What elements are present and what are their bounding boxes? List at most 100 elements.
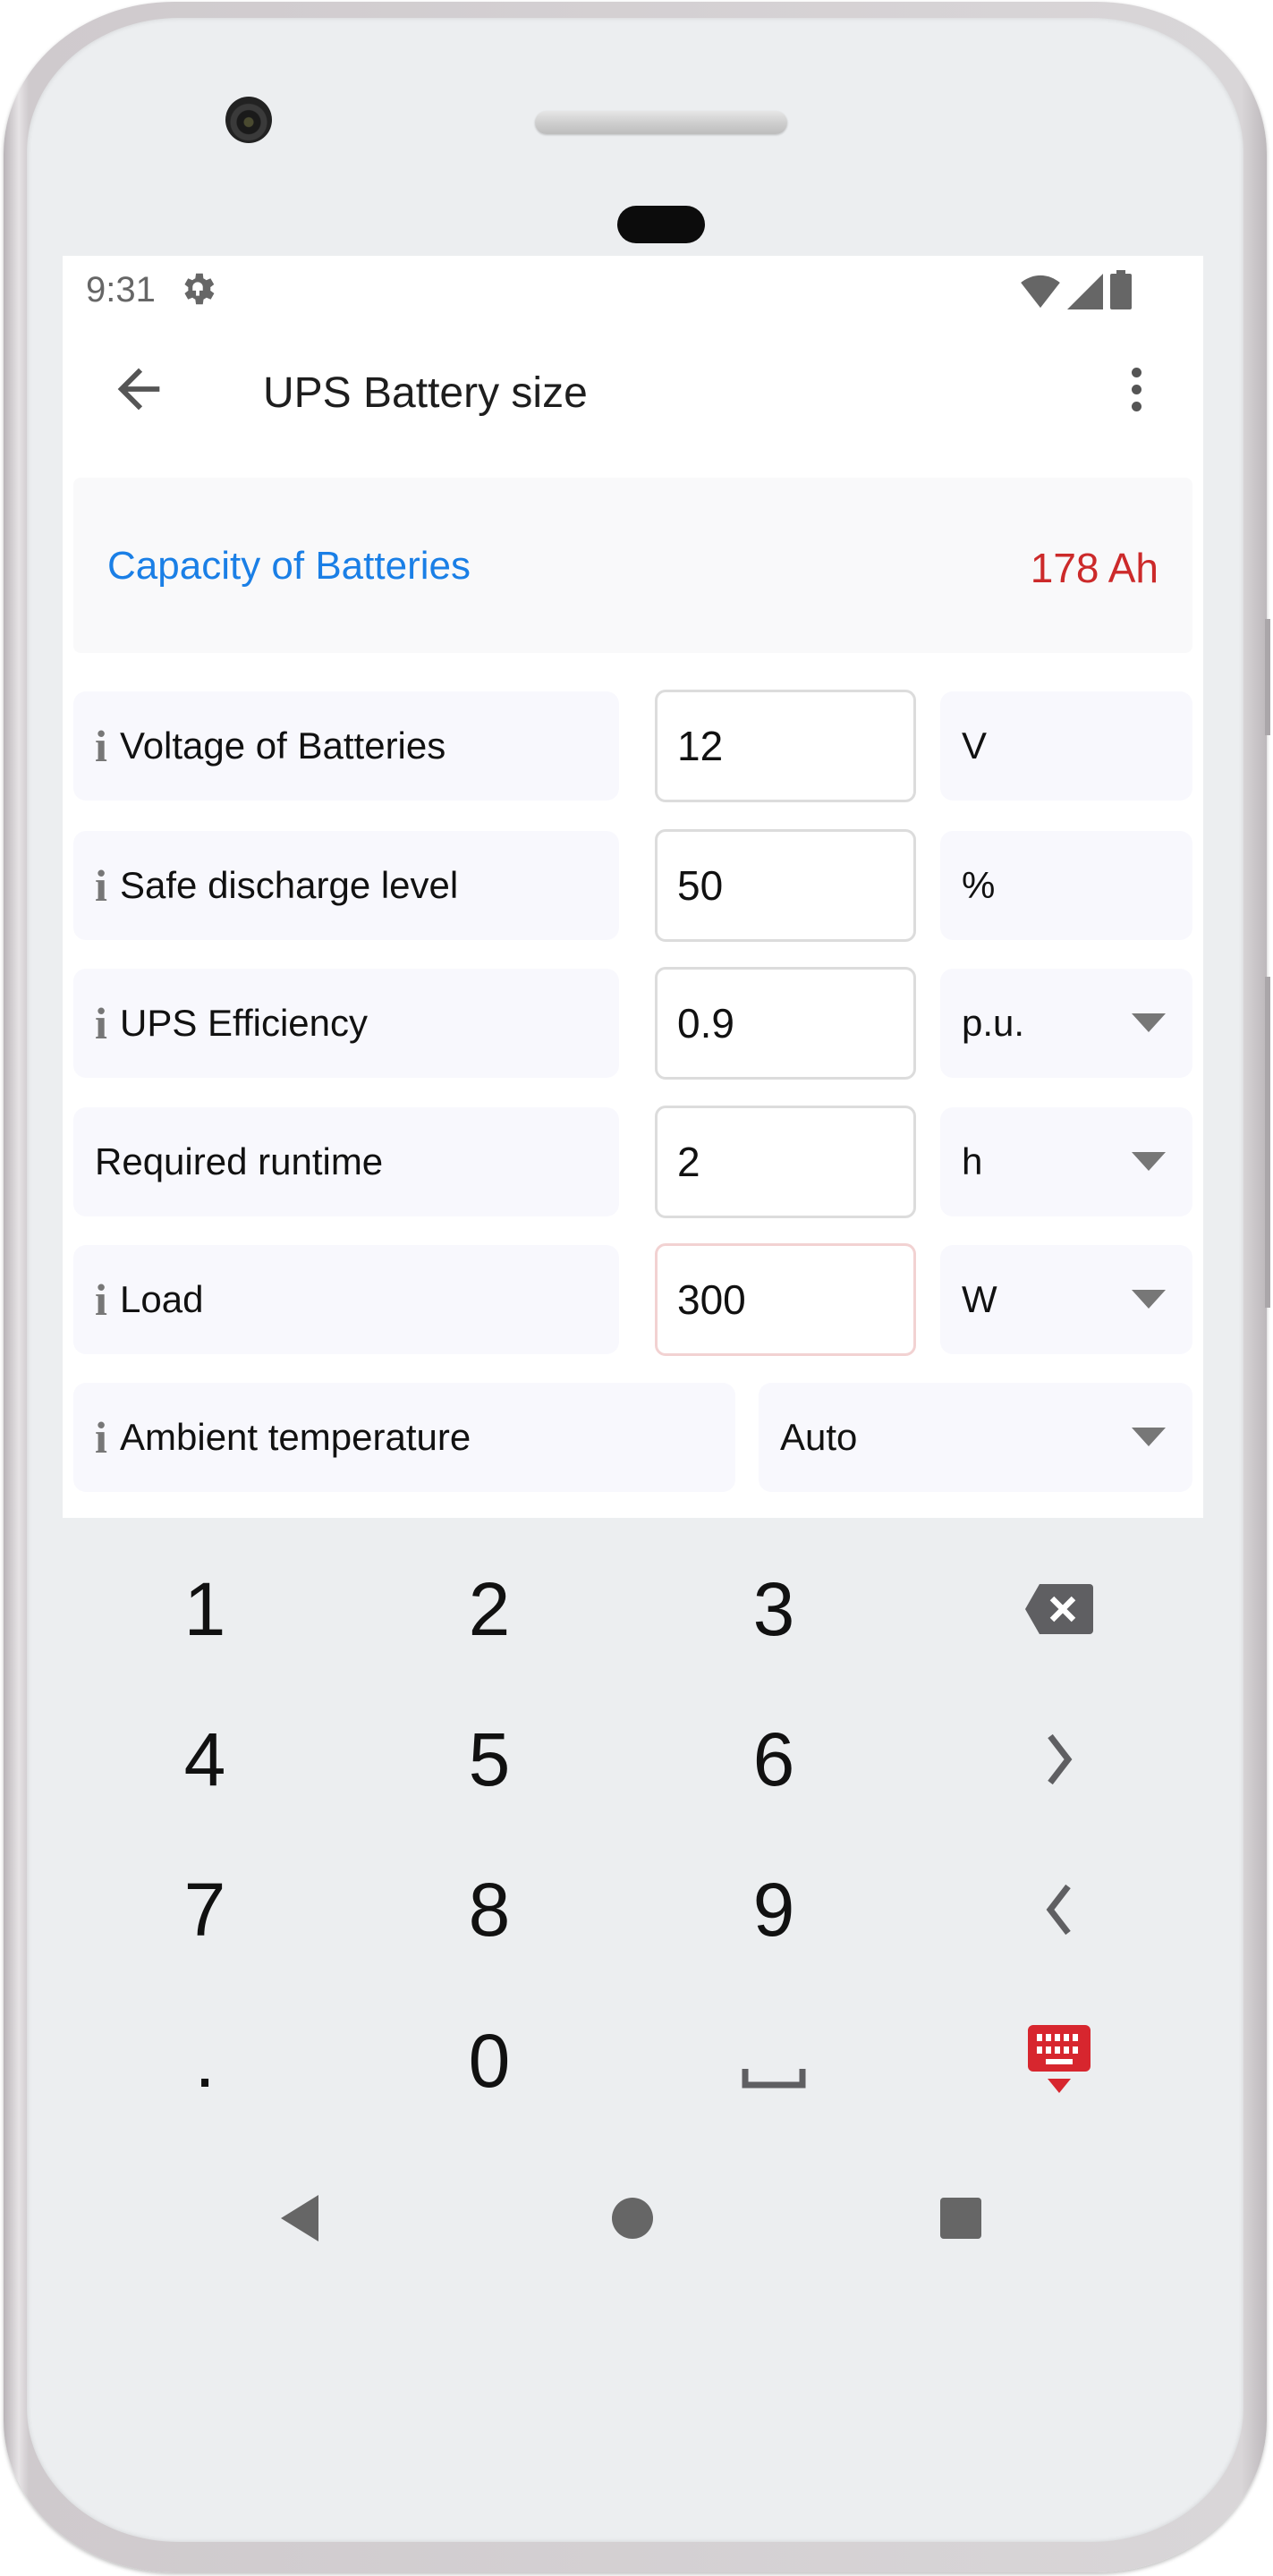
nav-recents-button[interactable] <box>925 2182 997 2254</box>
key-9[interactable]: 9 <box>640 1838 908 1981</box>
volume-button <box>1265 977 1270 1308</box>
key-label: 2 <box>468 1566 511 1651</box>
result-label: Capacity of Batteries <box>107 544 471 588</box>
key-label: 5 <box>468 1716 511 1801</box>
front-camera <box>225 97 272 143</box>
dropdown-selected: Auto <box>780 1416 858 1458</box>
unit-text: W <box>962 1278 997 1320</box>
efficiency-unit-dropdown[interactable]: p.u. <box>940 969 1192 1078</box>
unit-text: V <box>962 724 988 767</box>
info-icon[interactable]: i <box>95 860 113 911</box>
key-hide-keyboard[interactable] <box>925 1989 1193 2132</box>
field-label: Ambient temperature <box>120 1416 471 1458</box>
nav-back-triangle-icon <box>281 2195 318 2241</box>
field-row-efficiency: i UPS Efficiency p.u. <box>73 967 1192 1082</box>
earpiece-speaker <box>535 111 787 134</box>
key-label: 3 <box>752 1566 795 1651</box>
nav-home-circle-icon <box>612 2198 653 2239</box>
unit-text: p.u. <box>962 1002 1025 1044</box>
info-icon[interactable]: i <box>95 1274 113 1326</box>
field-row-load: i Load W <box>73 1243 1192 1359</box>
field-label-box: i Load <box>73 1245 619 1354</box>
chevron-left-icon <box>1046 1884 1071 1936</box>
key-cursor-right[interactable] <box>925 1688 1193 1831</box>
efficiency-input[interactable] <box>655 967 916 1080</box>
numeric-keyboard: 1 2 3 4 5 6 7 8 9 . 0 <box>63 1518 1203 2103</box>
backspace-icon <box>1025 1584 1093 1634</box>
key-0[interactable]: 0 <box>355 1989 624 2132</box>
status-time: 9:31 <box>86 270 156 309</box>
key-4[interactable]: 4 <box>71 1688 339 1831</box>
key-label: 8 <box>468 1867 511 1952</box>
more-options-icon[interactable] <box>1105 358 1167 420</box>
field-row-voltage: i Voltage of Batteries V <box>73 690 1192 805</box>
key-label: 4 <box>183 1716 226 1801</box>
cellular-signal-icon <box>1067 274 1103 309</box>
key-5[interactable]: 5 <box>355 1688 624 1831</box>
key-cursor-left[interactable] <box>925 1838 1193 1981</box>
unit-label: % <box>940 831 1192 940</box>
key-8[interactable]: 8 <box>355 1838 624 1981</box>
field-label-box: i Safe discharge level <box>73 831 619 940</box>
key-decimal-point[interactable]: . <box>71 1989 339 2132</box>
discharge-level-input[interactable] <box>655 829 916 942</box>
app-bar: UPS Battery size <box>63 322 1203 465</box>
field-label: Voltage of Batteries <box>120 724 446 767</box>
key-backspace[interactable] <box>925 1538 1193 1681</box>
key-7[interactable]: 7 <box>71 1838 339 1981</box>
field-label-box: Required runtime <box>73 1107 619 1216</box>
dropdown-caret-icon <box>1132 1290 1166 1309</box>
field-row-ambient: i Ambient temperature Auto <box>73 1381 1192 1496</box>
status-bar: 9:31 <box>63 256 1203 322</box>
field-label-box: i Ambient temperature <box>73 1383 735 1492</box>
key-label: 0 <box>468 2018 511 2103</box>
field-label: UPS Efficiency <box>120 1002 368 1044</box>
key-6[interactable]: 6 <box>640 1688 908 1831</box>
space-bar-icon <box>742 2069 806 2089</box>
key-space[interactable] <box>640 1989 908 2132</box>
field-label: Load <box>120 1278 204 1320</box>
load-unit-dropdown[interactable]: W <box>940 1245 1192 1354</box>
key-2[interactable]: 2 <box>355 1538 624 1681</box>
settings-gear-icon <box>184 273 215 305</box>
battery-icon <box>1110 270 1132 309</box>
key-label: 7 <box>183 1867 226 1952</box>
nav-home-button[interactable] <box>597 2182 668 2254</box>
keyboard-hide-icon <box>1028 2025 1091 2093</box>
ambient-temperature-dropdown[interactable]: Auto <box>759 1383 1192 1492</box>
proximity-sensor <box>617 206 705 243</box>
runtime-input[interactable] <box>655 1106 916 1218</box>
nav-back-button[interactable] <box>265 2182 336 2254</box>
field-label: Safe discharge level <box>120 864 459 906</box>
field-label-box: i Voltage of Batteries <box>73 691 619 801</box>
key-label: 6 <box>752 1716 795 1801</box>
field-label: Required runtime <box>95 1140 384 1182</box>
unit-text: h <box>962 1140 983 1182</box>
field-row-runtime: Required runtime h <box>73 1106 1192 1221</box>
field-row-discharge: i Safe discharge level % <box>73 829 1192 945</box>
back-arrow-icon[interactable] <box>107 358 170 420</box>
info-icon[interactable]: i <box>95 1411 113 1463</box>
info-icon[interactable]: i <box>95 720 113 772</box>
key-label: 9 <box>752 1867 795 1952</box>
result-value: 178 Ah <box>1030 545 1158 591</box>
field-label-box: i UPS Efficiency <box>73 969 619 1078</box>
info-icon[interactable]: i <box>95 997 113 1049</box>
key-1[interactable]: 1 <box>71 1538 339 1681</box>
unit-text: % <box>962 864 996 906</box>
wifi-icon <box>1021 275 1060 309</box>
key-label: 1 <box>183 1566 226 1651</box>
load-input[interactable] <box>655 1243 916 1356</box>
system-navigation-bar <box>63 2147 1203 2281</box>
key-label: . <box>194 2018 216 2103</box>
voltage-input[interactable] <box>655 690 916 802</box>
dropdown-caret-icon <box>1132 1152 1166 1171</box>
runtime-unit-dropdown[interactable]: h <box>940 1107 1192 1216</box>
key-3[interactable]: 3 <box>640 1538 908 1681</box>
page-title: UPS Battery size <box>263 369 588 417</box>
nav-recents-square-icon <box>940 2198 981 2239</box>
power-button <box>1265 619 1270 735</box>
dropdown-caret-icon <box>1132 1013 1166 1032</box>
unit-label: V <box>940 691 1192 801</box>
status-icons <box>1021 270 1132 309</box>
